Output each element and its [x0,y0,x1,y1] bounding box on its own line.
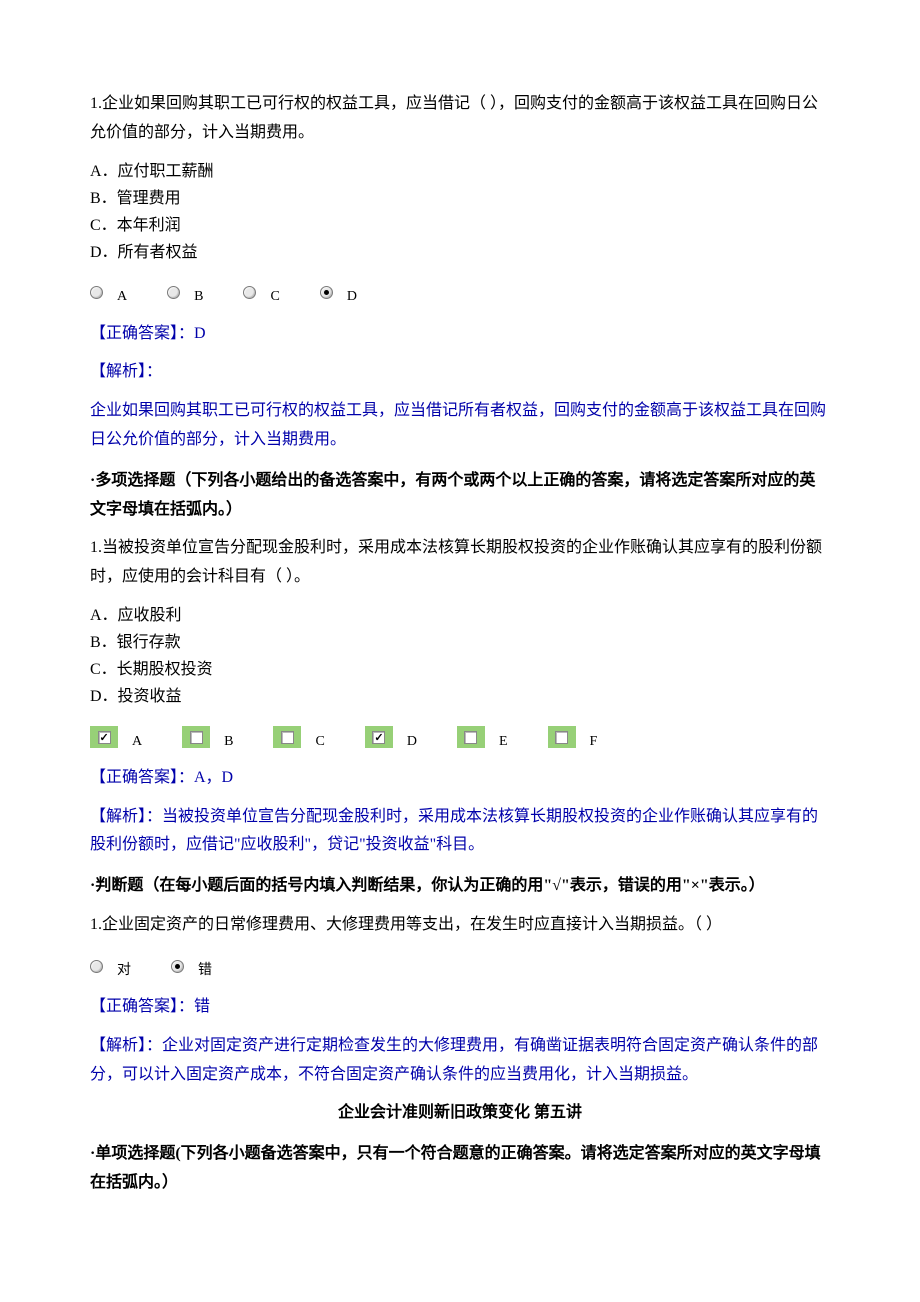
q1-opt-d: D．所有者权益 [90,239,830,266]
multi-header: ·多项选择题（下列各小题给出的备选答案中，有两个或两个以上正确的答案，请将选定答… [90,467,830,525]
q3-analysis: 【解析】：企业对固定资产进行定期检查发生的大修理费用，有确凿证据表明符合固定资产… [90,1032,830,1090]
q2-check-c-group[interactable]: C [273,725,324,750]
q2-options: A．应收股利 B．银行存款 C．长期股权投资 D．投资收益 [90,602,830,711]
q2-check-e-group[interactable]: E [457,725,508,750]
q3-text: 1.企业固定资产的日常修理费用、大修理费用等支出，在发生时应直接计入当期损益。（… [90,911,830,940]
radio-unchecked-icon[interactable] [90,286,103,299]
q1-analysis: 企业如果回购其职工已可行权的权益工具，应当借记所有者权益，回购支付的金额高于该权… [90,397,830,455]
checkbox-icon[interactable] [464,731,477,744]
q1-text: 1.企业如果回购其职工已可行权的权益工具，应当借记（ ），回购支付的金额高于该权… [90,90,830,148]
q3-radio-true-group[interactable]: 对 [90,954,131,979]
q1-radio-d-label: D [347,284,357,309]
q2-check-a-label: A [132,729,142,754]
q2-text: 1.当被投资单位宣告分配现金股利时，采用成本法核算长期股权投资的企业作账确认其应… [90,534,830,592]
judge-header: ·判断题（在每小题后面的括号内填入判断结果，你认为正确的用"√"表示，错误的用"… [90,872,830,901]
radio-unchecked-icon[interactable] [243,286,256,299]
q1-options: A．应付职工薪酬 B．管理费用 C．本年利润 D．所有者权益 [90,158,830,267]
radio-unchecked-icon[interactable] [90,960,103,973]
q1-radio-c-group[interactable]: C [243,280,279,305]
q3-answer: 【正确答案】：错 [90,993,830,1022]
q3-radio-row: 对 错 [90,954,830,979]
checkbox-icon[interactable] [555,731,568,744]
q2-opt-a: A．应收股利 [90,602,830,629]
q1-radio-b-label: B [194,284,203,309]
radio-unchecked-icon[interactable] [167,286,180,299]
q1-analysis-label: 【解析】： [90,358,830,387]
q1-radio-a-group[interactable]: A [90,280,127,305]
checkbox-bg [90,726,118,748]
q3-radio-true-label: 对 [117,958,131,983]
checkbox-bg [182,726,210,748]
q1-radio-a-label: A [117,284,127,309]
q1-opt-a: A．应付职工薪酬 [90,158,830,185]
q2-check-d-label: D [407,729,417,754]
q1-opt-b: B．管理费用 [90,185,830,212]
q2-check-a-group[interactable]: A [90,725,142,750]
q2-check-b-label: B [224,729,233,754]
q2-opt-d: D．投资收益 [90,683,830,710]
q2-check-row: A B C D E F [90,725,830,750]
q1-radio-row: A B C D [90,280,830,305]
q3-radio-false-label: 错 [198,958,212,983]
q2-opt-c: C．长期股权投资 [90,656,830,683]
checkbox-bg [273,726,301,748]
q1-radio-b-group[interactable]: B [167,280,203,305]
q2-check-b-group[interactable]: B [182,725,233,750]
radio-checked-icon[interactable] [171,960,184,973]
q2-answer: 【正确答案】：A，D [90,764,830,793]
q1-opt-c: C．本年利润 [90,212,830,239]
checkbox-bg [548,726,576,748]
radio-checked-icon[interactable] [320,286,333,299]
q2-check-f-label: F [590,729,598,754]
q2-analysis: 【解析】：当被投资单位宣告分配现金股利时，采用成本法核算长期股权投资的企业作账确… [90,803,830,861]
checkbox-bg [457,726,485,748]
checkbox-icon[interactable] [281,731,294,744]
checkbox-checked-icon[interactable] [372,731,385,744]
q2-check-d-group[interactable]: D [365,725,417,750]
q3-radio-false-group[interactable]: 错 [171,954,212,979]
q1-radio-d-group[interactable]: D [320,280,357,305]
lecture-title: 企业会计准则新旧政策变化 第五讲 [90,1099,830,1128]
checkbox-icon[interactable] [190,731,203,744]
single-header: ·单项选择题(下列各小题备选答案中，只有一个符合题意的正确答案。请将选定答案所对… [90,1140,830,1198]
q1-answer: 【正确答案】：D [90,320,830,349]
q1-radio-c-label: C [270,284,279,309]
q2-opt-b: B．银行存款 [90,629,830,656]
q2-check-c-label: C [315,729,324,754]
checkbox-bg [365,726,393,748]
q2-check-f-group[interactable]: F [548,725,598,750]
q2-check-e-label: E [499,729,508,754]
checkbox-checked-icon[interactable] [98,731,111,744]
